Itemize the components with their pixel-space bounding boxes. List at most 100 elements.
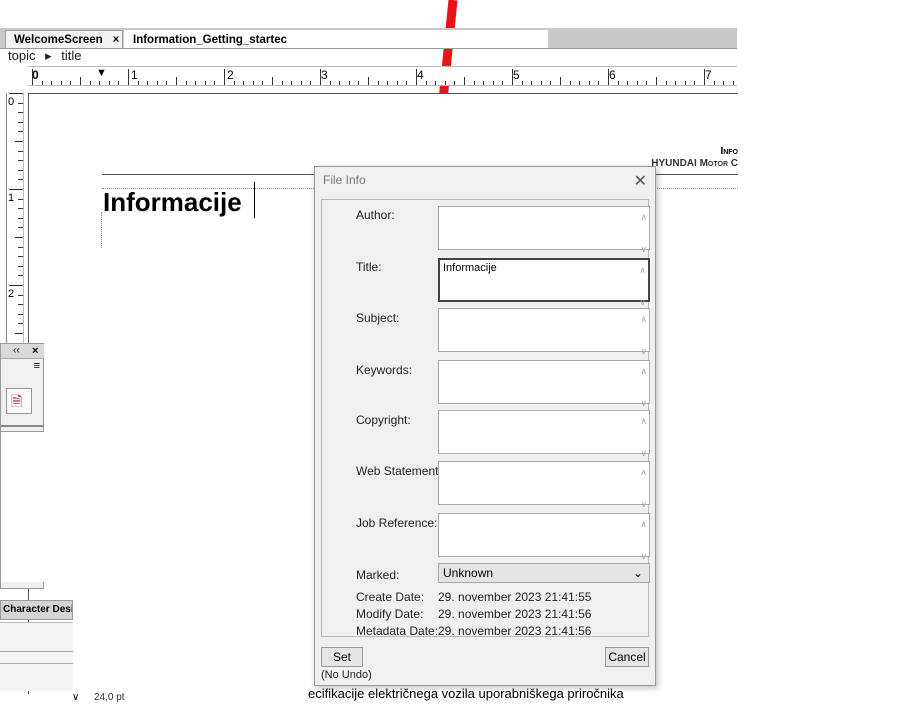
- ruler-label: 2: [227, 68, 234, 82]
- ruler-tick: [41, 81, 43, 85]
- close-icon[interactable]: ×: [113, 34, 120, 46]
- ruler-tick: [224, 69, 225, 85]
- ruler-tick: [18, 294, 23, 296]
- set-button[interactable]: Set: [321, 647, 363, 667]
- scrollbar-icon[interactable]: ∧ ∨: [640, 209, 647, 257]
- breadcrumb-item-title[interactable]: title: [61, 48, 81, 63]
- ruler-label: 4: [417, 68, 424, 82]
- ruler-tick: [617, 81, 619, 85]
- ruler-tick: [156, 81, 158, 85]
- ruler-tick: [377, 81, 379, 85]
- ruler-tick: [569, 81, 571, 85]
- ruler-label: 1: [131, 68, 138, 82]
- ruler-tick: [281, 81, 283, 85]
- create-date-value: 29. november 2023 21:41:55: [438, 590, 592, 604]
- author-label: Author:: [356, 208, 395, 222]
- chevron-down-icon[interactable]: ∨: [72, 692, 79, 703]
- ruler-tick: [550, 81, 552, 85]
- close-icon[interactable]: ×: [32, 345, 38, 357]
- ruler-tick: [214, 81, 216, 85]
- ruler-tick: [18, 179, 23, 181]
- ruler-tick: [579, 81, 581, 85]
- ruler-tick: [300, 81, 302, 85]
- ruler-tick: [18, 169, 23, 171]
- modify-date-label: Modify Date:: [356, 607, 424, 621]
- ruler-tick: [694, 81, 696, 85]
- ruler-tick: [18, 246, 23, 248]
- body-text-line: ecifikacije električnega vozila uporabni…: [308, 686, 624, 701]
- ruler-tick: [195, 81, 197, 85]
- metadata-fieldset: Author: ∧ ∨ Title: Informacije ∧ ∨ Subject:…: [321, 199, 650, 638]
- ruler-tick: [627, 81, 629, 85]
- tab-welcomescreen[interactable]: WelcomeScreen ×: [5, 30, 123, 48]
- chevron-down-icon: ⌄: [632, 566, 643, 580]
- panel-list[interactable]: [1, 431, 44, 582]
- copyright-label: Copyright:: [356, 413, 411, 427]
- subject-field[interactable]: ∧ ∨: [438, 308, 650, 356]
- ruler-tick: [339, 81, 341, 85]
- ruler-tick: [732, 81, 734, 85]
- ruler-tick: [416, 69, 417, 85]
- scrollbar-icon[interactable]: ∧ ∨: [640, 516, 647, 564]
- job-reference-field[interactable]: ∧ ∨: [438, 513, 650, 561]
- ruler-tick: [108, 81, 110, 85]
- ruler-tick: [89, 81, 91, 85]
- ruler-tick: [540, 81, 542, 85]
- cancel-button[interactable]: Cancel: [605, 647, 649, 667]
- ruler-tick: [483, 81, 485, 85]
- ruler-tick: [608, 69, 609, 85]
- ruler-tick: [18, 102, 23, 104]
- scrollbar-icon[interactable]: ∧ ∨: [640, 363, 647, 411]
- metadata-date-value: 29. november 2023 21:41:56: [438, 624, 592, 638]
- panel-menu-icon[interactable]: ≡: [34, 360, 40, 372]
- ruler-tick: [435, 81, 437, 85]
- breadcrumb-separator-icon: ▸: [45, 48, 52, 63]
- ruler-label: 0: [32, 68, 39, 82]
- panel-collapse-icon[interactable]: ‹‹: [13, 345, 20, 356]
- scrollbar-icon[interactable]: ∧ ∨: [639, 262, 646, 310]
- author-field[interactable]: ∧ ∨: [438, 206, 650, 254]
- ruler-tick: [18, 112, 23, 114]
- ruler-tick: [18, 227, 23, 229]
- ruler-tick: [9, 93, 23, 94]
- ruler-tick: [128, 69, 129, 85]
- ruler-tick: [15, 141, 23, 142]
- marked-select[interactable]: Unknown ⌄: [438, 563, 650, 583]
- ruler-tick: [320, 69, 321, 85]
- create-date-label: Create Date:: [356, 590, 425, 604]
- new-style-button[interactable]: [6, 388, 32, 415]
- subject-label: Subject:: [356, 311, 400, 325]
- horizontal-ruler[interactable]: 0 1 2 3 4 5 6 7 ▼: [28, 66, 737, 86]
- ruler-tick: [646, 81, 648, 85]
- tab-information-getting-started[interactable]: Information_Getting_startec: [124, 30, 548, 48]
- ruler-tick: [262, 81, 264, 85]
- page-title[interactable]: Informacije: [103, 187, 242, 218]
- copyright-field[interactable]: ∧ ∨: [438, 410, 650, 458]
- ruler-tick: [233, 81, 235, 85]
- vertical-ruler[interactable]: 0 1 2: [6, 93, 24, 343]
- font-size-field[interactable]: 24,0 pt: [94, 692, 125, 703]
- close-icon[interactable]: ✕: [634, 171, 647, 191]
- scrollbar-icon[interactable]: ∧ ∨: [640, 311, 647, 359]
- ruler-tick: [9, 285, 23, 286]
- ruler-tick: [675, 81, 677, 85]
- ruler-tick: [454, 81, 456, 85]
- web-statement-field[interactable]: ∧ ∨: [438, 461, 650, 509]
- keywords-field[interactable]: ∧ ∨: [438, 360, 650, 408]
- ruler-tick: [147, 81, 149, 85]
- ruler-tick: [473, 81, 475, 85]
- ruler-tick: [492, 81, 494, 85]
- floating-panel: ≡: [0, 343, 44, 589]
- scrollbar-icon[interactable]: ∧ ∨: [640, 464, 647, 512]
- file-info-dialog: File Info ✕ Author: ∧ ∨ Title: Informacij…: [314, 166, 656, 686]
- title-field[interactable]: Informacije ∧ ∨: [438, 258, 650, 307]
- indent-marker-icon[interactable]: ▼: [96, 67, 107, 79]
- page-header-line2: HYUNDAI Motor C: [651, 158, 738, 169]
- scrollbar-icon[interactable]: ∧ ∨: [640, 413, 647, 461]
- character-designer-tab[interactable]: Character Desig: [0, 600, 73, 620]
- ruler-tick: [18, 265, 23, 267]
- ruler-tick: [588, 81, 590, 85]
- ruler-label: 5: [513, 68, 520, 82]
- ruler-tick: [18, 198, 23, 200]
- breadcrumb-item-topic[interactable]: topic: [8, 48, 35, 63]
